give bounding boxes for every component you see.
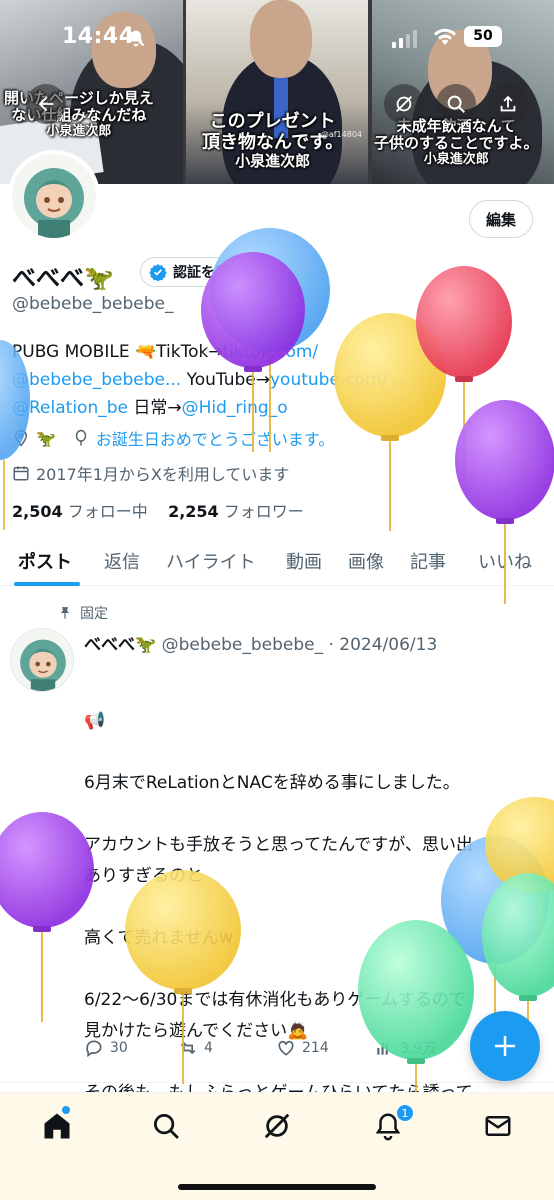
bio-text: YouTube→ [181, 370, 270, 390]
get-verified-label: 認証を受ける [173, 265, 257, 281]
post-header: べべべ🦖 @bebebe_bebebe_ · 2024/06/13 [84, 630, 437, 655]
get-verified-button[interactable]: 認証を受ける [140, 257, 268, 287]
followers-label: フォロワー [223, 502, 304, 521]
pin-icon [60, 607, 70, 619]
tab-images[interactable]: 画像 [348, 548, 384, 574]
bio-link-tiktok-handle[interactable]: @bebebe_bebebe... [12, 370, 181, 390]
follow-stats: 2,504 フォロー中 2,254 フォロワー [12, 498, 304, 522]
pinned-label: 固定 [80, 606, 108, 622]
following-count: 2,504 [12, 502, 63, 521]
following-label: フォロー中 [67, 502, 148, 521]
wifi-icon [434, 28, 456, 45]
profile-banner[interactable]: 開いたページしか見え ない仕組みなんだね 小泉進次郎 このプレゼント 頂き物なん… [0, 0, 554, 184]
share-icon [500, 95, 516, 112]
messages-envelope-icon[interactable] [483, 1111, 513, 1141]
reply-button[interactable]: 30 [84, 1038, 128, 1058]
post-author-avatar[interactable] [10, 628, 74, 692]
like-button[interactable]: 214 [276, 1038, 329, 1058]
view-count: 3.9万 [400, 1041, 437, 1057]
plus-icon [495, 1036, 515, 1056]
bio-text: PUBG MOBILE 🔫TikTok→ [12, 342, 223, 362]
profile-name: べべべ🦖 [12, 264, 114, 292]
banner-caption-2: このプレゼント 頂き物なんです。 小泉進次郎 [202, 111, 344, 171]
profile-location: 🦖 [36, 428, 56, 448]
home-unread-dot [62, 1106, 70, 1114]
status-time: 14:44 [62, 24, 135, 49]
pinned-indicator: 固定 [58, 603, 108, 623]
banner-caption-3: 未成年飲酒なんて 子供のすることですよ。 小泉進次郎 [374, 117, 539, 167]
balloon-purple [0, 812, 94, 1022]
tab-highlights[interactable]: ハイライト [166, 548, 256, 574]
search-button[interactable] [436, 84, 476, 124]
followers-link[interactable]: 2,254 フォロワー [168, 502, 304, 521]
status-bar: 14:44 50 [0, 0, 554, 70]
bio-link-relation[interactable]: @Relation_be [12, 398, 128, 418]
post-body: 📢 6月末でReLationとNACを辞める事にしました。 アカウントも手放そう… [84, 711, 473, 1134]
back-button[interactable] [26, 84, 66, 124]
cellular-signal-icon [392, 30, 417, 48]
grok-icon[interactable] [262, 1111, 292, 1141]
tab-videos[interactable]: 動画 [286, 548, 322, 574]
balloon-icon [75, 429, 87, 446]
post-author-name[interactable]: べべべ🦖 [84, 635, 156, 655]
birthday-greeting: お誕生日おめでとうございます。 [95, 430, 335, 449]
grok-icon [396, 96, 412, 112]
search-icon[interactable] [151, 1111, 181, 1141]
reply-count: 30 [110, 1040, 128, 1056]
grok-button[interactable] [384, 84, 424, 124]
compose-post-button[interactable] [470, 1011, 540, 1081]
bio-link-tiktok[interactable]: tiktok.com/ [223, 342, 319, 362]
repost-button[interactable]: 4 [178, 1038, 213, 1058]
banner-watermark: @af14804 [320, 130, 362, 139]
repost-count: 4 [204, 1040, 213, 1056]
bio-link-daily[interactable]: @Hid_ring_o [182, 398, 288, 418]
tab-articles[interactable]: 記事 [410, 548, 446, 574]
profile-bio: PUBG MOBILE 🔫TikTok→tiktok.com/ @bebebe_… [12, 338, 452, 422]
tab-replies[interactable]: 返信 [104, 548, 140, 574]
silent-bell-icon [127, 29, 145, 47]
search-icon [447, 95, 465, 113]
repost-icon [180, 1041, 196, 1055]
following-link[interactable]: 2,504 フォロー中 [12, 502, 148, 521]
edit-profile-button[interactable]: 編集 [469, 200, 533, 238]
bio-text: 日常→ [127, 398, 182, 418]
profile-meta: 🦖 お誕生日おめでとうございます。 [12, 426, 334, 450]
views-chart-icon [377, 1043, 388, 1055]
active-tab-indicator [14, 582, 80, 586]
bio-link-youtube[interactable]: youtube.com/ [270, 370, 387, 390]
profile-avatar[interactable] [8, 150, 100, 242]
home-icon[interactable] [42, 1111, 72, 1141]
avatar-illustration [12, 154, 96, 238]
followers-count: 2,254 [168, 502, 219, 521]
verified-badge-icon [149, 264, 167, 281]
post-author-meta: @bebebe_bebebe_ · 2024/06/13 [161, 635, 438, 655]
back-arrow-icon [38, 96, 54, 112]
share-button[interactable] [488, 84, 528, 124]
tab-posts[interactable]: ポスト [18, 548, 72, 574]
profile-handle: @bebebe_bebebe_ [12, 294, 174, 314]
tab-likes[interactable]: いいね [478, 548, 532, 574]
calendar-icon [13, 466, 29, 481]
like-count: 214 [302, 1040, 329, 1056]
location-pin-icon [14, 429, 28, 447]
home-indicator [178, 1184, 376, 1190]
joined-date: 2017年1月からXを利用しています [36, 465, 290, 484]
post-divider [0, 1082, 554, 1083]
reply-icon [86, 1040, 102, 1058]
profile-joined: 2017年1月からXを利用しています [12, 461, 289, 485]
battery-indicator: 50 [464, 26, 502, 47]
views-button[interactable]: 3.9万 [374, 1038, 436, 1058]
profile-tabs: ポスト 返信 ハイライト 動画 画像 記事 いいね [0, 534, 554, 586]
notification-badge: 1 [396, 1104, 414, 1122]
avatar-illustration [11, 629, 73, 691]
heart-icon [278, 1040, 294, 1056]
